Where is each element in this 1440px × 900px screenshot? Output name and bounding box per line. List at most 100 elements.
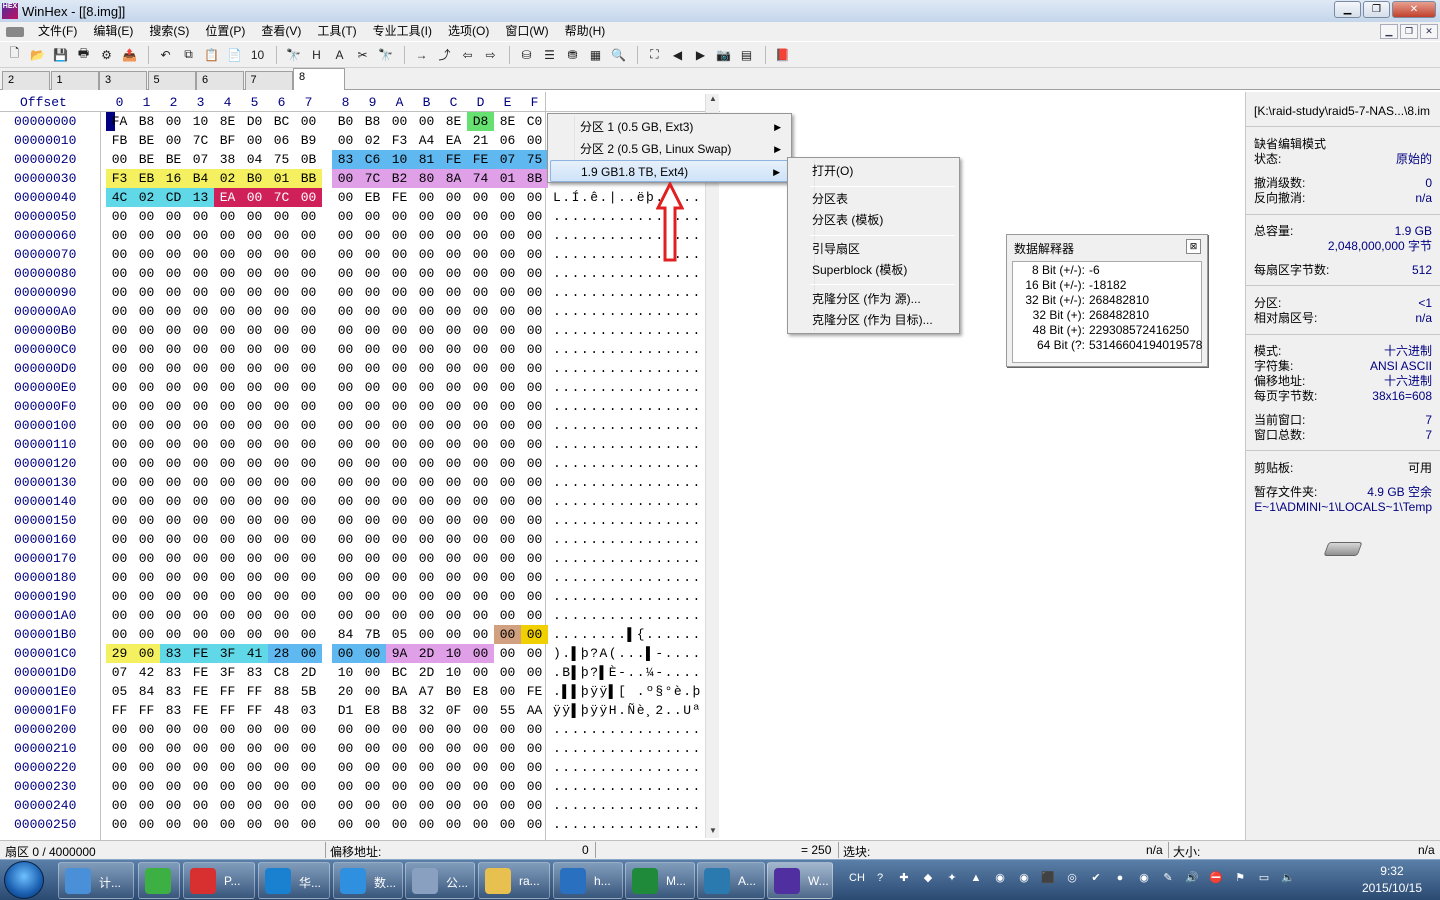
hex-byte[interactable]: 00 [268,378,295,397]
hex-byte[interactable]: 00 [467,549,494,568]
hex-byte[interactable]: 00 [160,302,187,321]
hex-byte[interactable]: 00 [521,549,548,568]
ascii-text[interactable]: ................ [553,454,702,473]
tab-7[interactable]: 7 [244,71,293,90]
hex-byte[interactable]: 00 [106,473,133,492]
hex-byte[interactable]: 00 [133,530,160,549]
back-icon[interactable]: ⇦ [457,46,478,64]
hex-byte[interactable]: 00 [133,473,160,492]
hex-byte[interactable]: 00 [494,625,521,644]
minimize-button[interactable]: ▁ [1334,1,1361,18]
hex-byte[interactable]: 00 [386,359,413,378]
hex-byte[interactable]: 00 [160,530,187,549]
hex-byte[interactable]: 00 [187,435,214,454]
hex-byte[interactable]: 00 [160,321,187,340]
tab-1[interactable]: 1 [50,71,99,90]
hex-byte[interactable]: 01 [268,169,295,188]
hex-byte[interactable]: 00 [413,283,440,302]
hex-byte[interactable]: 00 [413,492,440,511]
hex-byte[interactable]: 8B [521,169,548,188]
menu-3[interactable]: 位置(P) [197,22,253,41]
taskbar-item-4[interactable]: 数... [333,862,403,899]
hex-byte[interactable]: 00 [494,530,521,549]
hex-byte[interactable]: 00 [214,606,241,625]
partition-table-template-menu-item[interactable]: 分区表 (模板) [790,209,957,231]
hex-byte[interactable]: 00 [133,758,160,777]
hex-byte[interactable]: 10 [386,150,413,169]
hex-byte[interactable]: 00 [413,758,440,777]
hex-byte[interactable]: FF [214,701,241,720]
hex-byte[interactable]: 00 [359,644,386,663]
ascii-text[interactable]: .▌▌þÿÿ▌[ .º§°è.þ [553,682,702,701]
hex-byte[interactable]: 00 [241,378,268,397]
hex-byte[interactable]: 00 [106,283,133,302]
hex-byte[interactable]: 00 [440,587,467,606]
hex-byte[interactable]: 00 [332,796,359,815]
hex-byte[interactable]: 00 [440,454,467,473]
hex-byte[interactable]: 00 [359,226,386,245]
hex-byte[interactable]: 00 [359,264,386,283]
hex-byte[interactable]: 00 [467,283,494,302]
hex-byte[interactable]: 00 [133,226,160,245]
hex-byte[interactable]: 81 [413,150,440,169]
hex-byte[interactable]: 00 [467,226,494,245]
hex-byte[interactable]: 00 [295,777,322,796]
hex-byte[interactable]: 00 [467,644,494,663]
hex-byte[interactable]: 00 [295,226,322,245]
hex-byte[interactable]: 00 [413,549,440,568]
hex-byte[interactable]: 00 [332,340,359,359]
hex-byte[interactable]: 00 [386,815,413,834]
hex-byte[interactable]: 00 [241,796,268,815]
hex-byte[interactable]: 00 [241,473,268,492]
hex-byte[interactable]: 00 [413,188,440,207]
hex-byte[interactable]: 00 [106,150,133,169]
hex-byte[interactable]: 00 [214,359,241,378]
hex-byte[interactable]: 00 [386,435,413,454]
hex-byte[interactable]: 00 [268,815,295,834]
hex-byte[interactable]: 00 [467,378,494,397]
tray-icon[interactable]: ◉ [992,870,1008,886]
tray-icon[interactable]: ✔ [1088,870,1104,886]
ascii-text[interactable]: ................ [553,302,702,321]
hex-byte[interactable]: 00 [295,815,322,834]
tray-icon[interactable]: ⛔ [1208,870,1224,886]
hex-byte[interactable]: 00 [214,492,241,511]
hex-byte[interactable]: 00 [332,815,359,834]
hex-byte[interactable]: 00 [386,492,413,511]
hex-byte[interactable]: 75 [268,150,295,169]
hex-byte[interactable]: 00 [521,378,548,397]
goto-icon[interactable]: → [411,46,432,64]
hex-byte[interactable]: 00 [359,302,386,321]
hex-byte[interactable]: 00 [187,454,214,473]
hex-byte[interactable]: 00 [214,625,241,644]
hex-byte[interactable]: 00 [386,264,413,283]
hex-byte[interactable]: 00 [241,777,268,796]
find-hex-icon[interactable]: H [306,46,327,64]
hex-byte[interactable]: FE [386,188,413,207]
hex-byte[interactable]: 00 [332,416,359,435]
hex-byte[interactable]: 00 [494,321,521,340]
hex-byte[interactable]: 38 [214,150,241,169]
hex-byte[interactable]: CD [160,188,187,207]
hex-byte[interactable]: 00 [268,492,295,511]
hex-byte[interactable]: 00 [295,397,322,416]
hex-byte[interactable]: 00 [494,302,521,321]
hex-byte[interactable]: 00 [359,796,386,815]
hex-byte[interactable]: 00 [359,359,386,378]
table-icon[interactable]: ▤ [736,46,757,64]
hex-byte[interactable]: 00 [386,302,413,321]
hex-byte[interactable]: EA [440,131,467,150]
hex-byte[interactable]: 00 [521,435,548,454]
hex-byte[interactable]: 00 [386,777,413,796]
hex-byte[interactable]: 00 [133,321,160,340]
hex-byte[interactable]: 00 [386,207,413,226]
hex-byte[interactable]: 00 [187,606,214,625]
mdi-close-button[interactable]: ✕ [1420,24,1438,39]
maximize-button[interactable]: ❐ [1363,1,1390,18]
hex-byte[interactable]: 00 [187,416,214,435]
hex-byte[interactable]: 00 [332,264,359,283]
hex-byte[interactable]: 00 [160,112,187,131]
hex-byte[interactable]: 00 [268,397,295,416]
hex-byte[interactable]: 00 [467,188,494,207]
hex-byte[interactable]: 00 [440,340,467,359]
